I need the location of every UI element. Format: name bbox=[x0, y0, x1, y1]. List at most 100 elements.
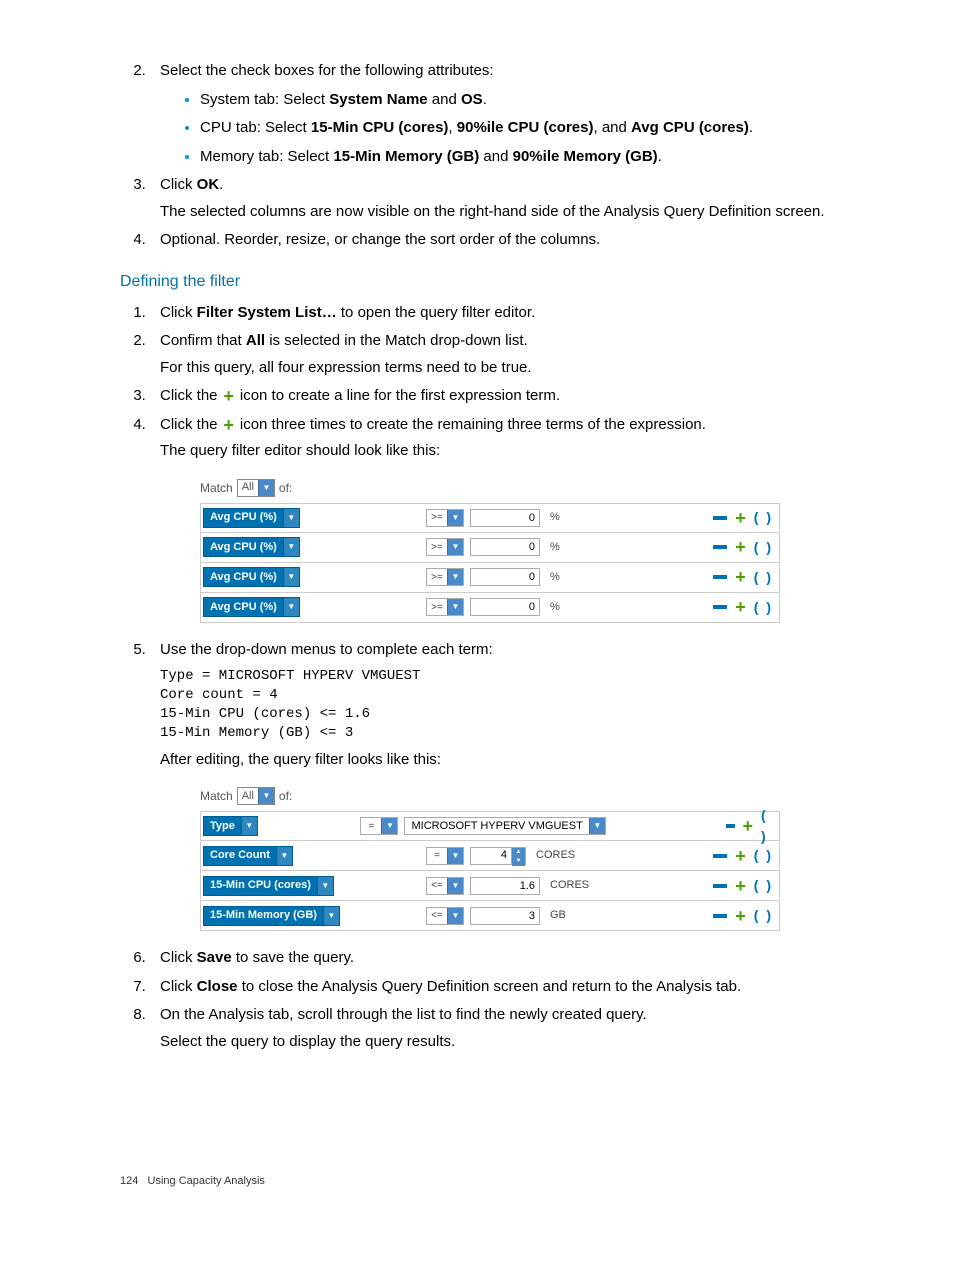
value-stepper[interactable]: 4▲▼ bbox=[470, 847, 526, 865]
step-4: Optional. Reorder, resize, or change the… bbox=[150, 229, 854, 252]
group-icon[interactable]: ( ) bbox=[754, 845, 773, 866]
operator-select[interactable]: >=▼ bbox=[426, 568, 464, 586]
remove-row-icon[interactable] bbox=[713, 914, 727, 918]
step-b4: Click the + icon three times to create t… bbox=[150, 414, 854, 623]
row-actions: + ( ) bbox=[713, 537, 773, 558]
chevron-down-icon[interactable]: ▼ bbox=[447, 908, 463, 924]
step-up-icon[interactable]: ▲ bbox=[512, 848, 525, 857]
step-2-text: Select the check boxes for the following… bbox=[160, 62, 494, 79]
unit-label: % bbox=[550, 539, 660, 556]
operator-select[interactable]: =▼ bbox=[426, 847, 464, 865]
chevron-down-icon[interactable]: ▼ bbox=[447, 848, 463, 864]
operator-select[interactable]: <=▼ bbox=[426, 877, 464, 895]
row-actions: + ( ) bbox=[713, 507, 773, 528]
chevron-down-icon[interactable]: ▼ bbox=[283, 538, 299, 556]
group-icon[interactable]: ( ) bbox=[754, 507, 773, 528]
match-select[interactable]: All ▼ bbox=[237, 787, 275, 805]
match-select[interactable]: All ▼ bbox=[237, 479, 275, 497]
chevron-down-icon[interactable]: ▼ bbox=[447, 539, 463, 555]
group-icon[interactable]: ( ) bbox=[754, 597, 773, 618]
chevron-down-icon[interactable]: ▼ bbox=[241, 817, 257, 835]
row-actions: + ( ) bbox=[713, 905, 773, 926]
add-row-icon[interactable]: + bbox=[735, 540, 746, 554]
chevron-down-icon[interactable]: ▼ bbox=[323, 907, 339, 925]
step-b3: Click the + icon to create a line for th… bbox=[150, 385, 854, 408]
operator-select[interactable]: <=▼ bbox=[426, 907, 464, 925]
value-select[interactable]: MICROSOFT HYPERV VMGUEST▼ bbox=[404, 817, 605, 835]
add-row-icon[interactable]: + bbox=[735, 511, 746, 525]
step-b4-para: The query filter editor should look like… bbox=[160, 440, 854, 463]
attribute-select[interactable]: Type▼ bbox=[203, 816, 258, 836]
match-suffix: of: bbox=[279, 787, 292, 805]
value-input[interactable]: 0 bbox=[470, 568, 540, 586]
remove-row-icon[interactable] bbox=[713, 884, 727, 888]
attribute-select[interactable]: Avg CPU (%)▼ bbox=[203, 567, 300, 587]
operator-select[interactable]: >=▼ bbox=[426, 598, 464, 616]
operator-select[interactable]: >=▼ bbox=[426, 509, 464, 527]
filter-editor-2: Match All ▼ of: Type▼ =▼ MICROSOFT HYPERV … bbox=[200, 787, 780, 931]
chevron-down-icon[interactable]: ▼ bbox=[447, 599, 463, 615]
add-row-icon[interactable]: + bbox=[735, 909, 746, 923]
chevron-down-icon[interactable]: ▼ bbox=[317, 877, 333, 895]
operator-select[interactable]: =▼ bbox=[360, 817, 398, 835]
group-icon[interactable]: ( ) bbox=[754, 537, 773, 558]
chevron-down-icon[interactable]: ▼ bbox=[447, 878, 463, 894]
chevron-down-icon[interactable]: ▼ bbox=[589, 818, 605, 834]
group-icon[interactable]: ( ) bbox=[754, 905, 773, 926]
value-input[interactable]: 1.6 bbox=[470, 877, 540, 895]
remove-row-icon[interactable] bbox=[713, 605, 727, 609]
value-input[interactable]: 0 bbox=[470, 598, 540, 616]
value-input[interactable]: 3 bbox=[470, 907, 540, 925]
filter-row: 15-Min Memory (GB)▼ <=▼ 3 GB + ( ) bbox=[200, 901, 780, 931]
operator-select[interactable]: >=▼ bbox=[426, 538, 464, 556]
unit-label: % bbox=[550, 599, 660, 616]
add-row-icon[interactable]: + bbox=[735, 849, 746, 863]
remove-row-icon[interactable] bbox=[713, 854, 727, 858]
steps-b-list: Click Filter System List… to open the qu… bbox=[120, 302, 854, 1054]
row-actions: + ( ) bbox=[713, 567, 773, 588]
chevron-down-icon[interactable]: ▼ bbox=[381, 818, 397, 834]
unit-label: CORES bbox=[550, 877, 660, 894]
remove-row-icon[interactable] bbox=[713, 516, 727, 520]
step-b2-para: For this query, all four expression term… bbox=[160, 357, 854, 380]
attribute-select[interactable]: 15-Min CPU (cores)▼ bbox=[203, 876, 334, 896]
step-3-para: The selected columns are now visible on … bbox=[160, 201, 854, 224]
attribute-select[interactable]: Avg CPU (%)▼ bbox=[203, 597, 300, 617]
step-2: Select the check boxes for the following… bbox=[150, 60, 854, 168]
chevron-down-icon[interactable]: ▼ bbox=[447, 569, 463, 585]
add-row-icon[interactable]: + bbox=[735, 570, 746, 584]
step-down-icon[interactable]: ▼ bbox=[512, 857, 525, 866]
remove-row-icon[interactable] bbox=[713, 575, 727, 579]
chevron-down-icon[interactable]: ▼ bbox=[258, 480, 274, 496]
match-suffix: of: bbox=[279, 479, 292, 497]
plus-icon: + bbox=[222, 389, 236, 403]
chevron-down-icon[interactable]: ▼ bbox=[447, 510, 463, 526]
unit-label: CORES bbox=[536, 847, 646, 864]
remove-row-icon[interactable] bbox=[726, 824, 735, 828]
filter-row: Type▼=▼MICROSOFT HYPERV VMGUEST▼+( ) bbox=[200, 811, 780, 841]
attribute-select[interactable]: 15-Min Memory (GB)▼ bbox=[203, 906, 340, 926]
remove-row-icon[interactable] bbox=[713, 545, 727, 549]
chevron-down-icon[interactable]: ▼ bbox=[283, 598, 299, 616]
group-icon[interactable]: ( ) bbox=[754, 875, 773, 896]
chevron-down-icon[interactable]: ▼ bbox=[276, 847, 292, 865]
attribute-select[interactable]: Core Count▼ bbox=[203, 846, 293, 866]
unit-label: GB bbox=[550, 907, 660, 924]
chevron-down-icon[interactable]: ▼ bbox=[258, 788, 274, 804]
unit-label: % bbox=[550, 569, 660, 586]
chevron-down-icon[interactable]: ▼ bbox=[283, 568, 299, 586]
add-row-icon[interactable]: + bbox=[735, 879, 746, 893]
chevron-down-icon[interactable]: ▼ bbox=[283, 509, 299, 527]
add-row-icon[interactable]: + bbox=[735, 600, 746, 614]
group-icon[interactable]: ( ) bbox=[754, 567, 773, 588]
row-actions: + ( ) bbox=[726, 805, 773, 847]
value-input[interactable]: 0 bbox=[470, 509, 540, 527]
attribute-select[interactable]: Avg CPU (%)▼ bbox=[203, 537, 300, 557]
group-icon[interactable]: ( ) bbox=[761, 805, 773, 847]
value-input[interactable]: 0 bbox=[470, 538, 540, 556]
step-b1: Click Filter System List… to open the qu… bbox=[150, 302, 854, 325]
match-label: Match bbox=[200, 787, 233, 805]
add-row-icon[interactable]: + bbox=[743, 819, 754, 833]
attribute-select[interactable]: Avg CPU (%)▼ bbox=[203, 508, 300, 528]
step-3: Click OK. The selected columns are now v… bbox=[150, 174, 854, 223]
